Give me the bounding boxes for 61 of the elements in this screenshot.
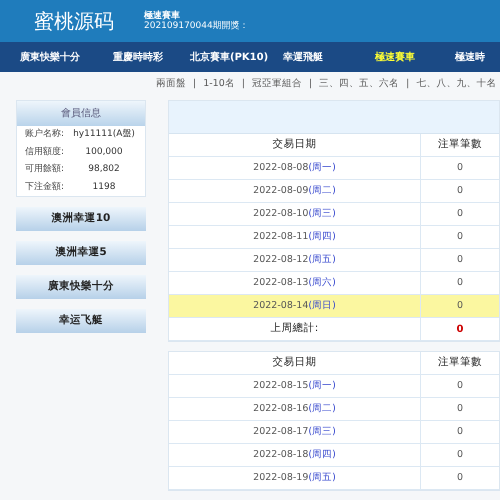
- count-cell-text: 0: [456, 402, 464, 416]
- subnav-link[interactable]: 兩面盤: [156, 76, 186, 92]
- count-cell-text: 0: [456, 160, 464, 175]
- info-value: 100,000: [84, 146, 124, 158]
- date-cell-text: 2022-08-13(周六): [253, 276, 336, 290]
- info-value: hy11111(A盤): [72, 128, 136, 141]
- count-cell-text: 0: [456, 230, 464, 244]
- nav-tab[interactable]: 重慶時時彩: [113, 50, 163, 64]
- date-cell-text: 2022-08-09(周二): [253, 184, 336, 198]
- date-cell-text: 2022-08-15(周一): [253, 378, 336, 393]
- date-cell-text: 2022-08-11(周四): [253, 230, 336, 244]
- info-value: 1198: [92, 180, 116, 194]
- game-title: 極速賽車: [144, 10, 181, 21]
- date-cell-text: 2022-08-14(周日): [253, 298, 336, 313]
- game-button[interactable]: 澳洲幸運5: [16, 241, 146, 265]
- count-cell-text: 0: [456, 298, 464, 313]
- date-cell-text: 2022-08-08(周一): [253, 160, 336, 175]
- total-value: 0: [456, 322, 464, 336]
- separator-text: |: [242, 76, 245, 91]
- date-cell-text: 2022-08-17(周三): [253, 424, 336, 439]
- column-header: 注單筆數: [437, 137, 483, 152]
- info-value: 98,802: [87, 163, 121, 176]
- info-label: 下注金額:: [25, 180, 66, 194]
- count-cell-text: 0: [456, 448, 464, 462]
- count-cell-text: 0: [456, 378, 464, 393]
- count-cell-text: 0: [456, 252, 464, 267]
- game-button[interactable]: 廣東快樂十分: [16, 275, 146, 299]
- date-cell-text: 2022-08-18(周四): [253, 448, 336, 462]
- count-cell-text: 0: [456, 184, 464, 198]
- column-header: 注單筆數: [437, 355, 483, 370]
- subnav-link[interactable]: 七、八、九、十名: [416, 76, 496, 92]
- game-button[interactable]: 澳洲幸運10: [16, 207, 146, 231]
- count-cell-text: 0: [456, 470, 464, 485]
- separator-text: |: [308, 76, 312, 91]
- date-cell-text: 2022-08-10(周三): [253, 206, 336, 221]
- draw-info: 202109170044期開獎：: [144, 21, 249, 32]
- subnav-link[interactable]: 冠亞軍組合: [252, 76, 302, 92]
- nav-tab[interactable]: 北京賽車(PK10): [190, 50, 268, 64]
- date-cell-text: 2022-08-19(周五): [253, 470, 336, 485]
- date-cell-text: 2022-08-12(周五): [253, 252, 336, 267]
- date-cell-text: 2022-08-16(周二): [253, 402, 336, 416]
- separator-text: |: [406, 76, 410, 91]
- column-header: 交易日期: [169, 352, 421, 374]
- nav-tab[interactable]: 廣東快樂十分: [20, 50, 80, 64]
- nav-tab[interactable]: 幸運飛艇: [283, 50, 324, 64]
- info-label: 可用餘額:: [25, 163, 66, 176]
- separator-text: |: [193, 76, 196, 91]
- count-cell-text: 0: [456, 206, 464, 221]
- subnav-link[interactable]: 1-10名: [203, 76, 235, 92]
- nav-tab[interactable]: 極速時: [455, 50, 486, 64]
- column-header: 交易日期: [169, 134, 421, 156]
- info-label: 信用額度:: [25, 146, 66, 158]
- panel-title: 會員信息: [17, 101, 145, 126]
- game-button[interactable]: 幸运飞艇: [16, 309, 146, 333]
- info-label: 账户名称:: [25, 128, 66, 141]
- nav-tab[interactable]: 極速賽車: [375, 50, 416, 64]
- count-cell-text: 0: [456, 276, 464, 290]
- total-label: 上周總計:: [270, 321, 318, 336]
- site-logo: 蜜桃源码: [34, 11, 114, 31]
- subnav-link[interactable]: 三、四、五、六名: [319, 76, 400, 92]
- count-cell-text: 0: [456, 424, 464, 439]
